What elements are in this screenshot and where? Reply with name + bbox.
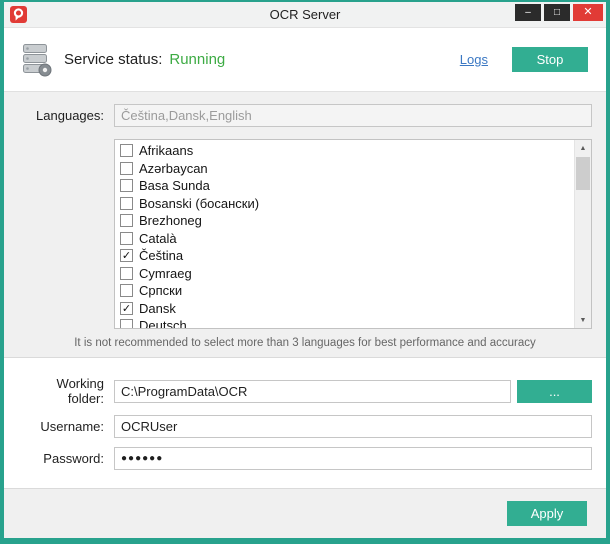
language-item[interactable]: ✓ Dansk bbox=[118, 300, 574, 318]
checkbox-checked-icon[interactable]: ✓ bbox=[120, 302, 133, 315]
window-controls: – □ ✕ bbox=[515, 4, 603, 21]
footer-bar: Apply bbox=[4, 488, 606, 538]
apply-button[interactable]: Apply bbox=[507, 501, 587, 526]
language-item[interactable]: ✓ Čeština bbox=[118, 247, 574, 265]
titlebar[interactable]: OCR Server – □ ✕ bbox=[4, 2, 606, 28]
languages-panel: Languages: Afrikaans Azərbaycan Basa Sunda… bbox=[4, 92, 606, 358]
service-status-value: Running bbox=[169, 51, 225, 68]
checkbox-unchecked-icon[interactable] bbox=[120, 267, 133, 280]
settings-section: Working folder: ... Username: Password: bbox=[4, 358, 606, 488]
browse-button[interactable]: ... bbox=[517, 380, 592, 403]
username-label: Username: bbox=[18, 419, 114, 434]
language-item[interactable]: Azərbaycan bbox=[118, 160, 574, 178]
language-list-rows: Afrikaans Azərbaycan Basa Sunda Bosanski (б… bbox=[115, 140, 574, 328]
service-status-bar: Service status: Running Logs Stop bbox=[4, 28, 606, 92]
maximize-button[interactable]: □ bbox=[544, 4, 570, 21]
password-label: Password: bbox=[18, 451, 114, 466]
checkbox-unchecked-icon[interactable] bbox=[120, 284, 133, 297]
minimize-button[interactable]: – bbox=[515, 4, 541, 21]
checkbox-unchecked-icon[interactable] bbox=[120, 197, 133, 210]
checkbox-unchecked-icon[interactable] bbox=[120, 162, 133, 175]
language-item-label: Basa Sunda bbox=[139, 178, 210, 193]
checkbox-unchecked-icon[interactable] bbox=[120, 179, 133, 192]
ocr-server-window: OCR Server – □ ✕ bbox=[0, 0, 610, 544]
scroll-down-icon[interactable]: ▼ bbox=[575, 312, 591, 328]
language-item-label: Čeština bbox=[139, 248, 183, 263]
checkbox-unchecked-icon[interactable] bbox=[120, 214, 133, 227]
service-status-label: Service status: bbox=[64, 51, 162, 68]
language-item-label: Afrikaans bbox=[139, 143, 193, 158]
working-folder-label: Working folder: bbox=[18, 376, 114, 406]
logs-link[interactable]: Logs bbox=[460, 52, 488, 67]
language-list[interactable]: Afrikaans Azərbaycan Basa Sunda Bosanski (б… bbox=[114, 139, 592, 329]
language-item-label: Azərbaycan bbox=[139, 161, 208, 176]
language-item-label: Català bbox=[139, 231, 177, 246]
language-item-label: Deutsch bbox=[139, 318, 187, 328]
scroll-up-icon[interactable]: ▲ bbox=[575, 140, 591, 156]
language-item[interactable]: Српски bbox=[118, 282, 574, 300]
checkbox-unchecked-icon[interactable] bbox=[120, 319, 133, 328]
language-item[interactable]: Basa Sunda bbox=[118, 177, 574, 195]
checkbox-unchecked-icon[interactable] bbox=[120, 144, 133, 157]
languages-label: Languages: bbox=[18, 108, 114, 123]
scroll-thumb[interactable] bbox=[576, 157, 590, 190]
working-folder-input[interactable] bbox=[114, 380, 511, 403]
language-item[interactable]: Afrikaans bbox=[118, 142, 574, 160]
password-input[interactable] bbox=[114, 447, 592, 470]
languages-summary-field bbox=[114, 104, 592, 127]
language-item[interactable]: Deutsch bbox=[118, 317, 574, 328]
close-button[interactable]: ✕ bbox=[573, 4, 603, 21]
stop-button[interactable]: Stop bbox=[512, 47, 588, 72]
language-item-label: Cymraeg bbox=[139, 266, 192, 281]
language-item[interactable]: Català bbox=[118, 230, 574, 248]
language-item[interactable]: Brezhoneg bbox=[118, 212, 574, 230]
server-icon bbox=[22, 43, 52, 77]
checkbox-checked-icon[interactable]: ✓ bbox=[120, 249, 133, 262]
language-item-label: Dansk bbox=[139, 301, 176, 316]
language-item-label: Српски bbox=[139, 283, 182, 298]
language-item-label: Bosanski (босански) bbox=[139, 196, 259, 211]
language-list-scrollbar[interactable]: ▲ ▼ bbox=[574, 140, 591, 328]
username-input[interactable] bbox=[114, 415, 592, 438]
checkbox-unchecked-icon[interactable] bbox=[120, 232, 133, 245]
language-item[interactable]: Cymraeg bbox=[118, 265, 574, 283]
languages-note: It is not recommended to select more tha… bbox=[18, 337, 592, 349]
language-item[interactable]: Bosanski (босански) bbox=[118, 195, 574, 213]
language-item-label: Brezhoneg bbox=[139, 213, 202, 228]
